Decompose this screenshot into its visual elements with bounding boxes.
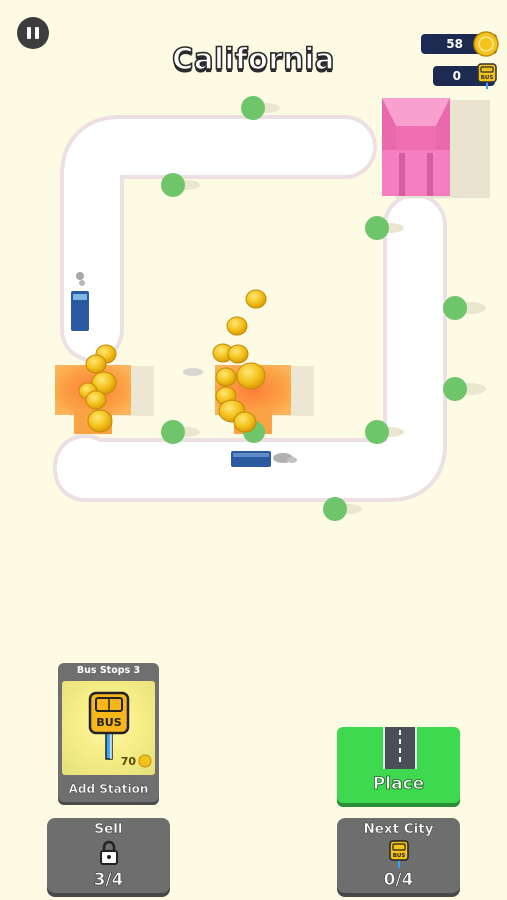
coin-counter: 58 [421, 31, 499, 57]
road-piece-icon [383, 727, 417, 769]
coin-icon [473, 31, 499, 57]
bus-depot[interactable] [382, 98, 450, 196]
next-city-title: Next City [363, 821, 434, 837]
bus-count: 0 [452, 69, 461, 83]
add-station-price: 70 [120, 755, 136, 768]
next-city-sign-text: BUS [392, 853, 405, 859]
add-station-card[interactable]: Bus Stops 3 BUS 70 Add Station [58, 663, 159, 802]
place-button[interactable]: Place [337, 727, 460, 803]
sell-title: Sell [94, 821, 123, 837]
game-map[interactable] [0, 0, 507, 560]
next-city-button[interactable]: Next City BUS 0/4 [337, 818, 460, 893]
bus-stop-sign-icon: BUS [477, 63, 497, 89]
coin-count: 58 [446, 37, 463, 51]
bus-stops-title: Bus Stops 3 [76, 665, 141, 676]
next-city-count: 0/4 [383, 870, 414, 891]
sell-button[interactable]: Sell 3/4 [47, 818, 170, 893]
card-sign-text: BUS [96, 716, 121, 729]
bus-counter: 0 BUS [433, 63, 497, 89]
sell-count: 3/4 [93, 870, 124, 891]
place-label: Place [372, 774, 425, 795]
coin-icon [138, 754, 152, 768]
pause-icon [27, 27, 31, 39]
add-station-label: Add Station [68, 782, 149, 796]
counter-sign-text: BUS [481, 75, 494, 81]
exhaust-puff [183, 368, 203, 376]
bus-stop-sign-icon: BUS [388, 840, 409, 868]
lock-icon [99, 840, 118, 865]
